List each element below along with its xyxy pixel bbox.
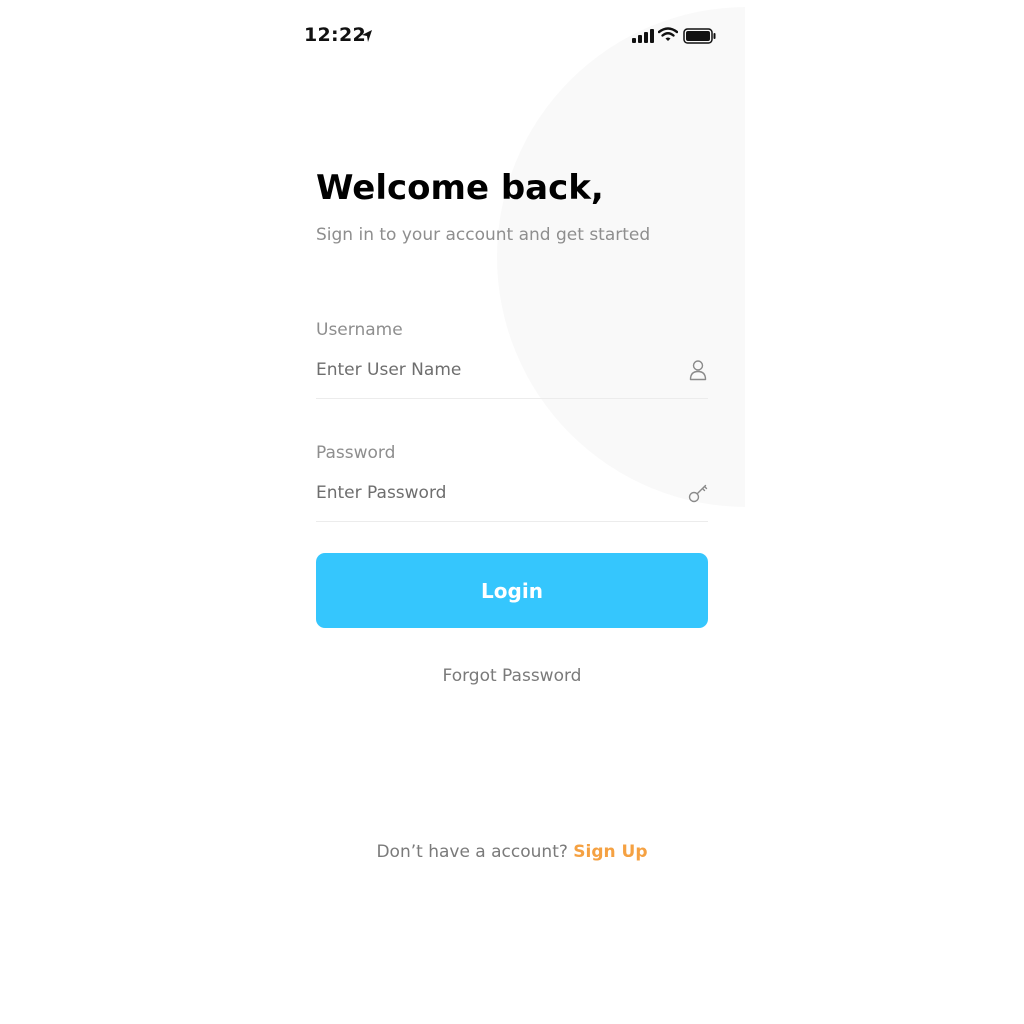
status-bar: 12:22 xyxy=(285,0,745,70)
signup-link[interactable]: Sign Up xyxy=(573,842,647,862)
cellular-signal-icon xyxy=(632,29,654,43)
battery-icon xyxy=(683,28,716,44)
username-underline xyxy=(316,398,708,399)
signup-prompt: Don’t have a account? xyxy=(376,842,568,862)
wifi-icon xyxy=(658,27,678,41)
password-label: Password xyxy=(316,443,396,463)
password-input[interactable] xyxy=(316,477,676,509)
location-arrow-icon xyxy=(362,30,372,42)
status-time: 12:22 xyxy=(304,24,366,46)
login-button[interactable]: Login xyxy=(316,553,708,628)
signup-row: Don’t have a account? Sign Up xyxy=(285,842,739,862)
password-underline xyxy=(316,521,708,522)
username-input[interactable] xyxy=(316,354,676,386)
login-screen: 12:22 Welcome back, Sign in to your acco… xyxy=(285,0,745,1024)
page-subtitle: Sign in to your account and get started xyxy=(316,225,651,245)
user-icon xyxy=(689,360,707,381)
page-title: Welcome back, xyxy=(316,168,604,208)
background-circle xyxy=(497,7,745,507)
username-label: Username xyxy=(316,320,403,340)
forgot-password-link[interactable]: Forgot Password xyxy=(285,666,739,686)
key-icon xyxy=(688,484,708,503)
